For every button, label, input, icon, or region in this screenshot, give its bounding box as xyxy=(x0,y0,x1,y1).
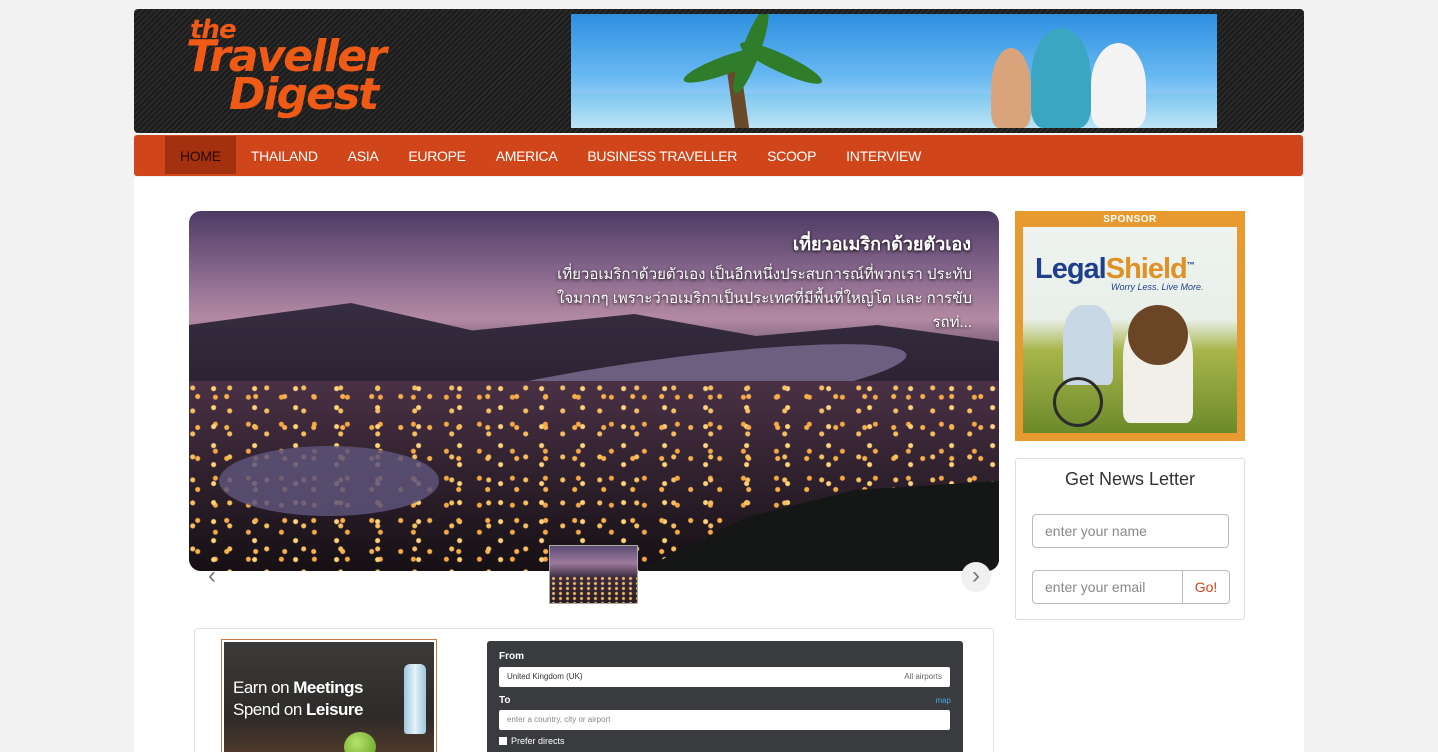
site-header: the Traveller Digest xyxy=(134,9,1304,133)
rider-hair xyxy=(1128,305,1188,365)
sponsor-image: LegalShield™ Worry Less. Live More. xyxy=(1023,227,1237,433)
nav-item-scoop[interactable]: SCOOP xyxy=(752,136,831,174)
family-photo xyxy=(981,18,1181,128)
water-bottle xyxy=(404,664,426,734)
from-field[interactable]: United Kingdom (UK) All airports xyxy=(499,667,950,687)
featured-slider[interactable]: เที่ยวอเมริกาด้วยตัวเอง เที่ยวอเมริกาด้ว… xyxy=(189,211,999,571)
chevron-left-icon[interactable]: ‹ xyxy=(197,562,227,592)
site-logo[interactable]: the Traveller Digest xyxy=(184,15,394,120)
nav-item-thailand[interactable]: THAILAND xyxy=(236,136,333,174)
newsletter-widget: Get News Letter Go! xyxy=(1015,458,1245,620)
sponsor-tagline: Worry Less. Live More. xyxy=(1111,282,1204,292)
sponsor-tag: SPONSOR xyxy=(1103,214,1157,225)
slide-title[interactable]: เที่ยวอเมริกาด้วยตัวเอง xyxy=(793,229,971,258)
header-banner-ad[interactable] xyxy=(571,14,1217,128)
nav-item-interview[interactable]: INTERVIEW xyxy=(831,136,936,174)
nav-item-business-traveller[interactable]: BUSINESS TRAVELLER xyxy=(572,136,752,174)
rider xyxy=(1063,305,1113,385)
sponsor-ad[interactable]: SPONSOR LegalShield™ Worry Less. Live Mo… xyxy=(1015,211,1245,441)
ad-line-2: Spend on Leisure xyxy=(233,700,363,719)
slide-excerpt: เที่ยวอเมริกาด้วยตัวเอง เป็นอีกหนึ่งประส… xyxy=(557,266,972,331)
flight-search-widget: From United Kingdom (UK) All airports To… xyxy=(487,641,963,752)
nav-item-asia[interactable]: ASIA xyxy=(333,136,394,174)
to-field[interactable]: enter a country, city or airport xyxy=(499,710,950,730)
slide-lake xyxy=(219,446,439,516)
slide-thumbnail[interactable] xyxy=(549,545,638,604)
person xyxy=(1091,43,1146,128)
person xyxy=(1031,28,1091,128)
main-content: เที่ยวอเมริกาด้วยตัวเอง เที่ยวอเมริกาด้ว… xyxy=(134,177,1304,752)
chevron-right-icon[interactable]: › xyxy=(961,562,991,592)
nav-item-america[interactable]: AMERICA xyxy=(481,136,573,174)
from-label: From xyxy=(499,651,524,662)
newsletter-title: Get News Letter xyxy=(1064,469,1196,489)
apple xyxy=(344,732,376,752)
prefer-directs-checkbox[interactable]: Prefer directs xyxy=(499,736,565,746)
logo-line-3: Digest xyxy=(229,69,379,120)
map-link[interactable]: map xyxy=(935,696,951,705)
nav-item-europe[interactable]: EUROPE xyxy=(393,136,480,174)
newsletter-submit-button[interactable]: Go! xyxy=(1182,570,1230,604)
newsletter-name-input[interactable] xyxy=(1032,514,1229,548)
main-navigation: HOME THAILAND ASIA EUROPE AMERICA BUSINE… xyxy=(134,135,1303,176)
ad-line-1: Earn on Meetings xyxy=(233,678,363,697)
bike-wheel xyxy=(1053,377,1103,427)
person xyxy=(991,48,1031,128)
promo-box: Earn on Meetings Spend on Leisure From U… xyxy=(194,628,994,752)
earn-on-meetings-ad[interactable]: Earn on Meetings Spend on Leisure xyxy=(221,639,437,752)
newsletter-email-input[interactable] xyxy=(1032,570,1183,604)
nav-item-home[interactable]: HOME xyxy=(165,136,236,174)
to-label: To xyxy=(499,695,511,706)
